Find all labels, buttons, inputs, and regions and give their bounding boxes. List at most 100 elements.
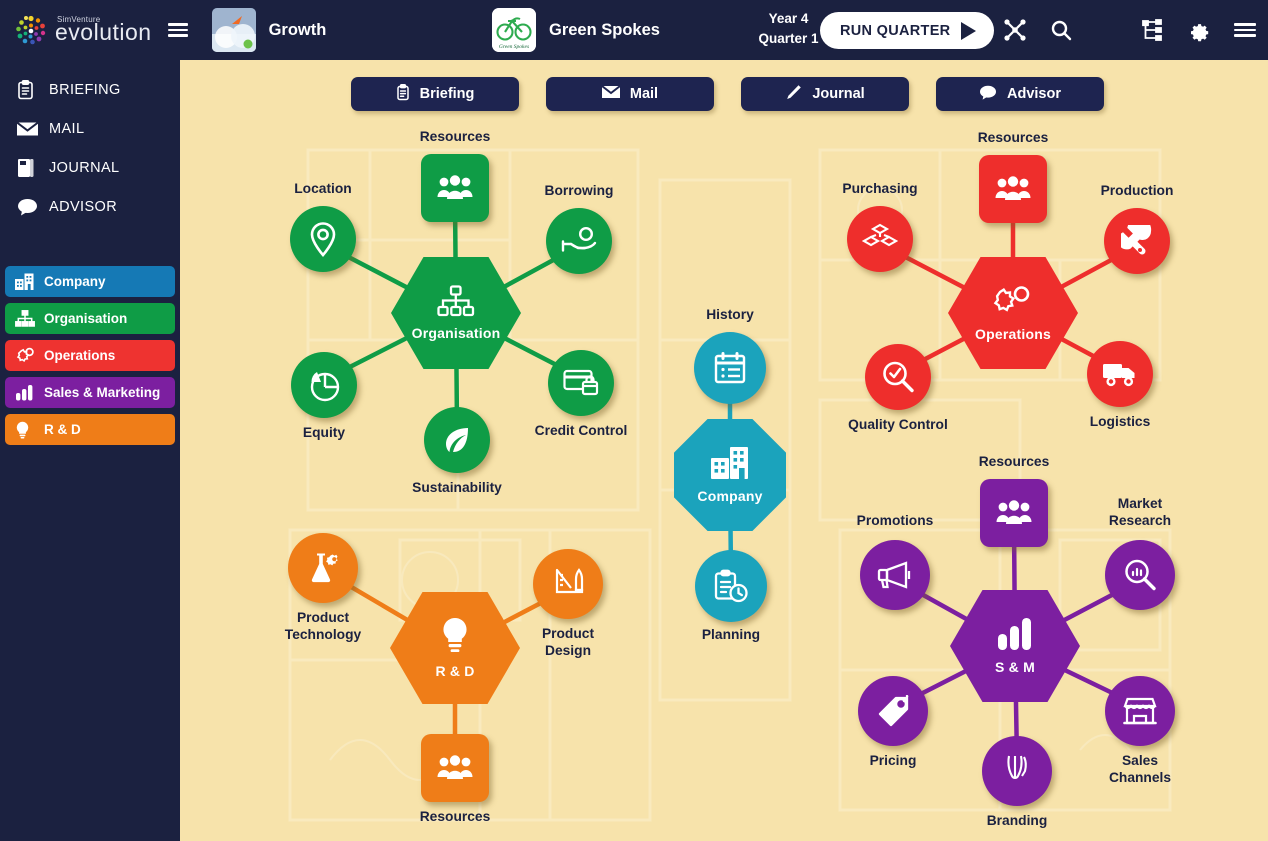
design-ruler-icon	[533, 549, 603, 619]
hub-label: R & D	[435, 663, 475, 679]
search-check-icon	[865, 344, 931, 410]
sidebar: BRIEFING MAIL JOURNAL ADVISOR Company Or…	[0, 60, 180, 841]
node-operations-production[interactable]: Production	[1101, 183, 1173, 274]
node-organisation-borrowing[interactable]: Borrowing	[545, 183, 613, 274]
node-rnd-product-design[interactable]: Product Design	[533, 549, 603, 658]
node-organisation-credit-control[interactable]: Credit Control	[535, 350, 627, 438]
quick-action-mail[interactable]: Mail	[546, 77, 714, 111]
bar-chart-icon	[995, 617, 1035, 656]
people-icon	[979, 155, 1047, 223]
hub-organisation[interactable]: Organisation	[391, 257, 521, 369]
turn-quarter: Quarter 1	[758, 30, 819, 46]
node-label: Product Technology	[284, 610, 362, 643]
building-icon	[15, 273, 39, 290]
company-hub-shape: Company	[674, 419, 786, 531]
node-label: Market Research	[1108, 496, 1172, 529]
sidebar-item-sales-marketing[interactable]: Sales & Marketing	[5, 377, 175, 408]
quick-action-label: Briefing	[419, 86, 475, 102]
node-rnd-product-technology[interactable]: Product Technology	[285, 533, 361, 642]
run-quarter-label: RUN QUARTER	[840, 22, 951, 39]
megaphone-icon	[860, 540, 930, 610]
quick-action-advisor[interactable]: Advisor	[936, 77, 1104, 111]
node-label: Sustainability	[412, 480, 502, 495]
node-organisation-sustainability[interactable]: Sustainability	[412, 407, 502, 495]
sidebar-item-label: Operations	[44, 348, 116, 363]
people-icon	[421, 154, 489, 222]
quick-action-briefing[interactable]: Briefing	[351, 77, 519, 111]
hub-sales-marketing[interactable]: S & M	[950, 590, 1080, 702]
sidebar-item-label: MAIL	[49, 120, 85, 137]
sidebar-item-briefing[interactable]: BRIEFING	[0, 70, 180, 109]
sidebar-item-label: Sales & Marketing	[44, 385, 161, 400]
node-operations-logistics[interactable]: Logistics	[1087, 341, 1153, 429]
brand-title: evolution	[55, 19, 152, 45]
node-label: Promotions	[856, 513, 934, 528]
hub-company[interactable]: Company	[674, 419, 786, 531]
sidebar-item-label: BRIEFING	[49, 81, 121, 98]
lightbulb-icon	[440, 617, 470, 660]
pie-chart-icon	[291, 352, 357, 418]
sidebar-item-organisation[interactable]: Organisation	[5, 303, 175, 334]
rnd-hub-shape: R & D	[390, 592, 520, 704]
gear-icon[interactable]	[1176, 0, 1222, 60]
sidebar-item-company[interactable]: Company	[5, 266, 175, 297]
sidebar-item-label: ADVISOR	[49, 198, 118, 215]
company-label: Green Spokes	[549, 20, 660, 39]
hub-operations[interactable]: Operations	[948, 257, 1078, 369]
leaf-icon	[424, 407, 490, 473]
wrench-icon	[1104, 208, 1170, 274]
sidebar-nav: BRIEFING MAIL JOURNAL ADVISOR	[0, 60, 180, 226]
simventure-logo-icon	[14, 13, 48, 47]
quick-action-journal[interactable]: Journal	[741, 77, 909, 111]
hub-rnd[interactable]: R & D	[390, 592, 520, 704]
node-label: Borrowing	[544, 183, 614, 198]
sidebar-item-operations[interactable]: Operations	[5, 340, 175, 371]
node-operations-quality-control[interactable]: Quality Control	[848, 344, 948, 432]
boxes-icon	[847, 206, 913, 272]
truck-icon	[1087, 341, 1153, 407]
sidebar-item-label: Organisation	[44, 311, 128, 326]
brand[interactable]: SimVenture evolution	[14, 13, 152, 47]
sitemap-icon[interactable]	[1130, 0, 1176, 60]
network-icon[interactable]	[992, 0, 1038, 60]
price-tag-icon	[858, 676, 928, 746]
gears-icon	[15, 347, 39, 364]
envelope-icon	[601, 85, 621, 103]
node-label: Production	[1100, 183, 1174, 198]
node-sales-pricing[interactable]: Pricing	[858, 676, 928, 768]
company-selector[interactable]: Green Spokes Green Spokes	[492, 8, 660, 52]
node-company-history[interactable]: History	[694, 307, 766, 404]
speech-bubble-icon	[17, 198, 43, 216]
gears-icon	[992, 284, 1034, 323]
quick-action-label: Journal	[812, 86, 865, 102]
search-icon[interactable]	[1038, 0, 1084, 60]
scenario-selector[interactable]: Growth	[211, 8, 326, 52]
node-sales-branding[interactable]: Branding	[982, 736, 1052, 828]
sidebar-item-rnd[interactable]: R & D	[5, 414, 175, 445]
node-sales-channels[interactable]: Sales Channels	[1105, 676, 1175, 785]
sidebar-item-label: R & D	[44, 422, 81, 437]
pencil-icon	[785, 84, 802, 105]
svg-text:Green Spokes: Green Spokes	[499, 44, 529, 50]
node-organisation-location[interactable]: Location	[290, 181, 356, 272]
node-organisation-equity[interactable]: Equity	[291, 352, 357, 440]
node-operations-purchasing[interactable]: Purchasing	[842, 181, 918, 272]
brand-wordmark: SimVenture evolution	[55, 16, 152, 44]
node-sales-promotions[interactable]: Promotions	[857, 513, 933, 610]
sidebar-item-mail[interactable]: MAIL	[0, 109, 180, 148]
node-operations-resources[interactable]: Resources	[978, 130, 1048, 223]
hamburger-icon[interactable]	[1222, 0, 1268, 60]
node-company-planning[interactable]: Planning	[695, 550, 767, 642]
main-menu-toggle[interactable]	[167, 20, 188, 40]
people-icon	[980, 479, 1048, 547]
node-label: Planning	[701, 627, 761, 642]
sidebar-item-journal[interactable]: JOURNAL	[0, 148, 180, 187]
sidebar-item-advisor[interactable]: ADVISOR	[0, 187, 180, 226]
run-quarter-button[interactable]: RUN QUARTER	[820, 12, 995, 49]
node-sales-resources[interactable]: Resources	[979, 454, 1049, 547]
department-list: Company Organisation Operations Sales & …	[0, 266, 180, 445]
node-label: Purchasing	[842, 181, 918, 196]
node-rnd-resources[interactable]: Resources	[420, 734, 490, 824]
node-organisation-resources[interactable]: Resources	[420, 129, 490, 222]
node-sales-market-research[interactable]: Market Research	[1105, 496, 1175, 610]
